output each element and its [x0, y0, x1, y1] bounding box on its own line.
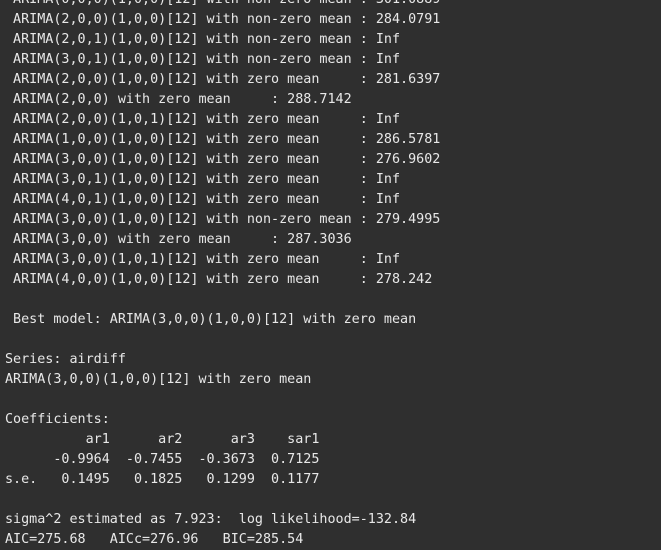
console-line: ARIMA(3,0,0)(1,0,0)[12] with zero mean: [5, 372, 312, 387]
console-line: ARIMA(3,0,0)(1,0,0)[12] with non-zero me…: [5, 212, 441, 227]
console-line: ARIMA(4,0,0)(1,0,0)[12] with zero mean :…: [5, 272, 433, 287]
console-line: ARIMA(3,0,0)(1,0,1)[12] with zero mean :…: [5, 252, 401, 267]
console-line: ARIMA(3,0,0) with zero mean : 287.3036: [5, 232, 352, 247]
console-line: -0.9964 -0.7455 -0.3673 0.7125: [5, 452, 320, 467]
console-line: sigma^2 estimated as 7.923: log likeliho…: [5, 512, 417, 527]
console-line: ARIMA(2,0,0)(1,0,0)[12] with non-zero me…: [5, 12, 441, 27]
console-line: ARIMA(2,0,0)(1,0,1)[12] with zero mean :…: [5, 112, 401, 127]
console-line: s.e. 0.1495 0.1825 0.1299 0.1177: [5, 472, 320, 487]
console-line: ARIMA(2,0,0)(1,0,0)[12] with zero mean :…: [5, 72, 441, 87]
console-line: Coefficients:: [5, 412, 110, 427]
console-line: ARIMA(1,0,0)(1,0,0)[12] with zero mean :…: [5, 132, 441, 147]
console-line: AIC=275.68 AICc=276.96 BIC=285.54: [5, 532, 304, 547]
console-line: Best model: ARIMA(3,0,0)(1,0,0)[12] with…: [5, 312, 417, 327]
console-line: ARIMA(2,0,0) with zero mean : 288.7142: [5, 92, 352, 107]
console-line: ARIMA(3,0,1)(1,0,0)[12] with non-zero me…: [5, 52, 401, 67]
console-line: ARIMA(4,0,1)(1,0,0)[12] with zero mean :…: [5, 192, 401, 207]
console-line: ARIMA(0,0,0)(1,0,0)[12] with non-zero me…: [5, 0, 661, 10]
console-line: Series: airdiff: [5, 352, 126, 367]
console-line: ARIMA(2,0,1)(1,0,0)[12] with non-zero me…: [5, 32, 401, 47]
r-console-output: ARIMA(0,0,0)(1,0,0)[12] with non-zero me…: [5, 0, 661, 550]
console-line: ARIMA(3,0,1)(1,0,0)[12] with zero mean :…: [5, 172, 401, 187]
console-line: ARIMA(3,0,0)(1,0,0)[12] with zero mean :…: [5, 152, 441, 167]
console-line: ar1 ar2 ar3 sar1: [5, 432, 320, 447]
